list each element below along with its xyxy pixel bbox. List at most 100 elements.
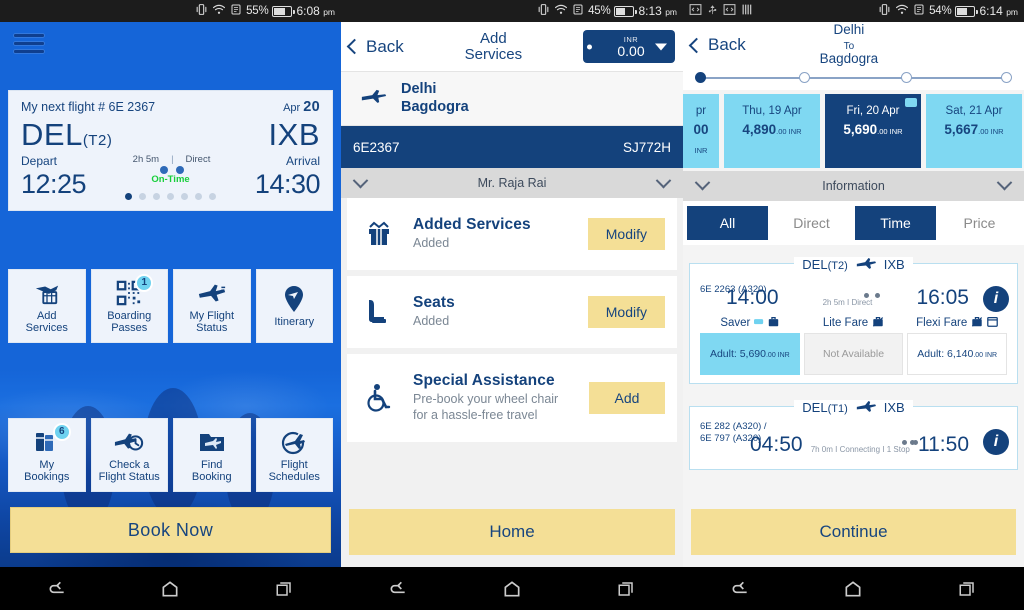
add-services-body: Back Add Services INR 0.00 Delhi Bagdogra …: [341, 22, 683, 567]
tile-add-services[interactable]: Add Services: [8, 269, 86, 343]
flight-result-card-2[interactable]: DEL(T1) IXB i 6E 282 (A320) / 6E 797 (A3…: [689, 399, 1018, 470]
next-flight-card[interactable]: My next flight # 6E 2367 Apr 20 DEL(T2) …: [8, 90, 333, 211]
arrive-time-2: 11:50: [918, 432, 969, 456]
step-4: [1001, 72, 1012, 83]
back-icon[interactable]: [727, 576, 753, 602]
flight-date: Apr 20: [283, 99, 320, 115]
date-card-fri-20-apr-selected[interactable]: Fri, 20 Apr 5,690.00 INR: [825, 94, 921, 168]
tile-check-flight-status[interactable]: Check a Flight Status: [90, 418, 168, 492]
airport-codes: DEL(T2) IXB: [21, 117, 320, 152]
tile-find-booking[interactable]: Find Booking: [173, 418, 251, 492]
fare-price-flexi[interactable]: Adult: 6,140.00 INR: [907, 332, 1008, 375]
back-label: Back: [708, 35, 746, 54]
android-navbar-left: [0, 567, 341, 610]
tile-my-bookings[interactable]: 6 My Bookings: [8, 418, 86, 492]
recents-icon[interactable]: [954, 576, 980, 602]
chevron-left-icon: [346, 38, 363, 55]
flight-meta-row: Depart 2h 5m | Direct Arrival: [21, 153, 320, 174]
recents-icon[interactable]: [613, 576, 639, 602]
vibrate-icon: [878, 3, 891, 19]
service-row-special-assistance: Special Assistance Pre-book your wheel c…: [347, 354, 677, 442]
home-icon[interactable]: [157, 576, 183, 602]
home-icon[interactable]: [499, 576, 525, 602]
route-line: 2h 5m | Direct: [57, 154, 286, 174]
filter-direct[interactable]: Direct: [771, 205, 852, 240]
flight-number: 6E2367: [353, 139, 400, 155]
filter-time[interactable]: Time: [855, 205, 936, 240]
info-button-flight-1[interactable]: i: [983, 285, 1009, 312]
chevron-left-icon: [688, 37, 705, 53]
service-title: Added Services: [413, 216, 531, 234]
date-price: 00 INR: [693, 121, 709, 156]
back-icon[interactable]: [385, 576, 411, 602]
tile-itinerary[interactable]: Itinerary: [255, 269, 333, 343]
date-card-partial-left[interactable]: pr 00 INR: [683, 94, 719, 168]
origin-code: DEL(T2): [21, 117, 113, 152]
clock-middle: 8:13 pm: [638, 4, 677, 18]
date-card-sat-21-apr[interactable]: Sat, 21 Apr 5,667.00 INR: [926, 94, 1022, 168]
fare-saver: Saver Adult: 5,690.00 INR: [700, 316, 800, 375]
modify-button-seats[interactable]: Modify: [587, 296, 665, 328]
flight-times-row-1: 6E 2263 (A320) 14:00 2h 5m I Direct 16:0…: [700, 272, 1007, 316]
back-button-right[interactable]: Back: [688, 35, 746, 55]
currency-label: INR: [623, 35, 639, 44]
no-briefcase-icon: [872, 316, 884, 330]
tile-my-flight-status[interactable]: My Flight Status: [173, 269, 251, 343]
add-button-special-assistance[interactable]: Add: [589, 382, 665, 414]
qr-code-icon: 1: [115, 273, 154, 308]
home-screen-body: My next flight # 6E 2367 Apr 20 DEL(T2) …: [0, 22, 341, 567]
flight-search-header: Back Delhi To Bagdogra: [683, 22, 1024, 68]
carousel-dots[interactable]: [86, 192, 255, 200]
fare-name: Saver: [720, 316, 751, 329]
recents-icon[interactable]: [271, 576, 297, 602]
quick-actions-row-2: 6 My Bookings Check a Flight Status Find Bo…: [8, 418, 333, 492]
fare-name: Lite Fare: [822, 316, 869, 329]
android-navbar-right: [683, 567, 1024, 610]
service-row-seats: Seats Added Modify: [347, 276, 677, 348]
destination-code: IXB: [883, 399, 905, 415]
depart-label: Depart: [21, 153, 58, 168]
stops-label: Direct: [185, 153, 211, 165]
tile-boarding-passes[interactable]: 1 Boarding Passes: [90, 269, 168, 343]
airplane-icon: [856, 400, 876, 415]
duration-label: 2h 5m: [132, 153, 160, 165]
origin-code: DEL(T1): [802, 399, 848, 415]
filter-all[interactable]: All: [687, 205, 768, 240]
plane-clock-icon: [114, 427, 144, 457]
info-button-flight-2[interactable]: i: [983, 428, 1009, 455]
duration-stops: 2h 5m | Direct: [63, 154, 280, 165]
price-tag[interactable]: INR 0.00: [583, 30, 675, 63]
hamburger-menu-icon[interactable]: [14, 34, 44, 56]
information-row[interactable]: Information: [683, 170, 1024, 201]
service-subtitle: Added: [413, 314, 450, 329]
wifi-icon: [895, 3, 909, 19]
chevron-down-icon: [694, 175, 711, 191]
date-selector-strip[interactable]: pr 00 INR Thu, 19 Apr 4,890.00 INR Fri, …: [683, 90, 1024, 168]
flight-1-line: 2h 5m I Direct: [785, 292, 911, 310]
calendar-icon: [987, 316, 999, 330]
tile-flight-schedules[interactable]: Flight Schedules: [255, 418, 333, 492]
date-price: 5,690.00 INR: [843, 121, 903, 137]
airplane-icon: [361, 87, 387, 110]
home-button[interactable]: Home: [349, 509, 675, 555]
back-button-middle[interactable]: Back: [346, 37, 404, 57]
flight-result-card-1[interactable]: DEL(T2) IXB i 6E 2263 (A320) 14:00 2h 5m…: [689, 256, 1018, 384]
book-now-button[interactable]: Book Now: [10, 507, 331, 553]
passenger-row[interactable]: Mr. Raja Rai: [341, 168, 683, 198]
step-1: [695, 72, 706, 83]
back-icon[interactable]: [44, 576, 70, 602]
date-price: 5,667.00 INR: [944, 121, 1004, 137]
continue-button[interactable]: Continue: [691, 509, 1016, 555]
modify-button-added-services[interactable]: Modify: [587, 218, 665, 250]
tile-label: Check a Flight Status: [98, 458, 160, 483]
usb-icon: [707, 3, 718, 19]
service-title: Seats: [413, 294, 455, 312]
home-icon[interactable]: [840, 576, 866, 602]
service-subtitle: Pre-book your wheel chair for a hassle-f…: [413, 392, 559, 422]
flight-2-meta: 7h 0m I Connecting I 1 Stop: [810, 444, 910, 454]
bars-icon: [741, 3, 754, 19]
add-services-header: Back Add Services INR 0.00: [341, 22, 683, 72]
date-card-thu-19-apr[interactable]: Thu, 19 Apr 4,890.00 INR: [724, 94, 820, 168]
fare-price-saver[interactable]: Adult: 5,690.00 INR: [700, 332, 800, 375]
filter-price[interactable]: Price: [939, 205, 1020, 240]
